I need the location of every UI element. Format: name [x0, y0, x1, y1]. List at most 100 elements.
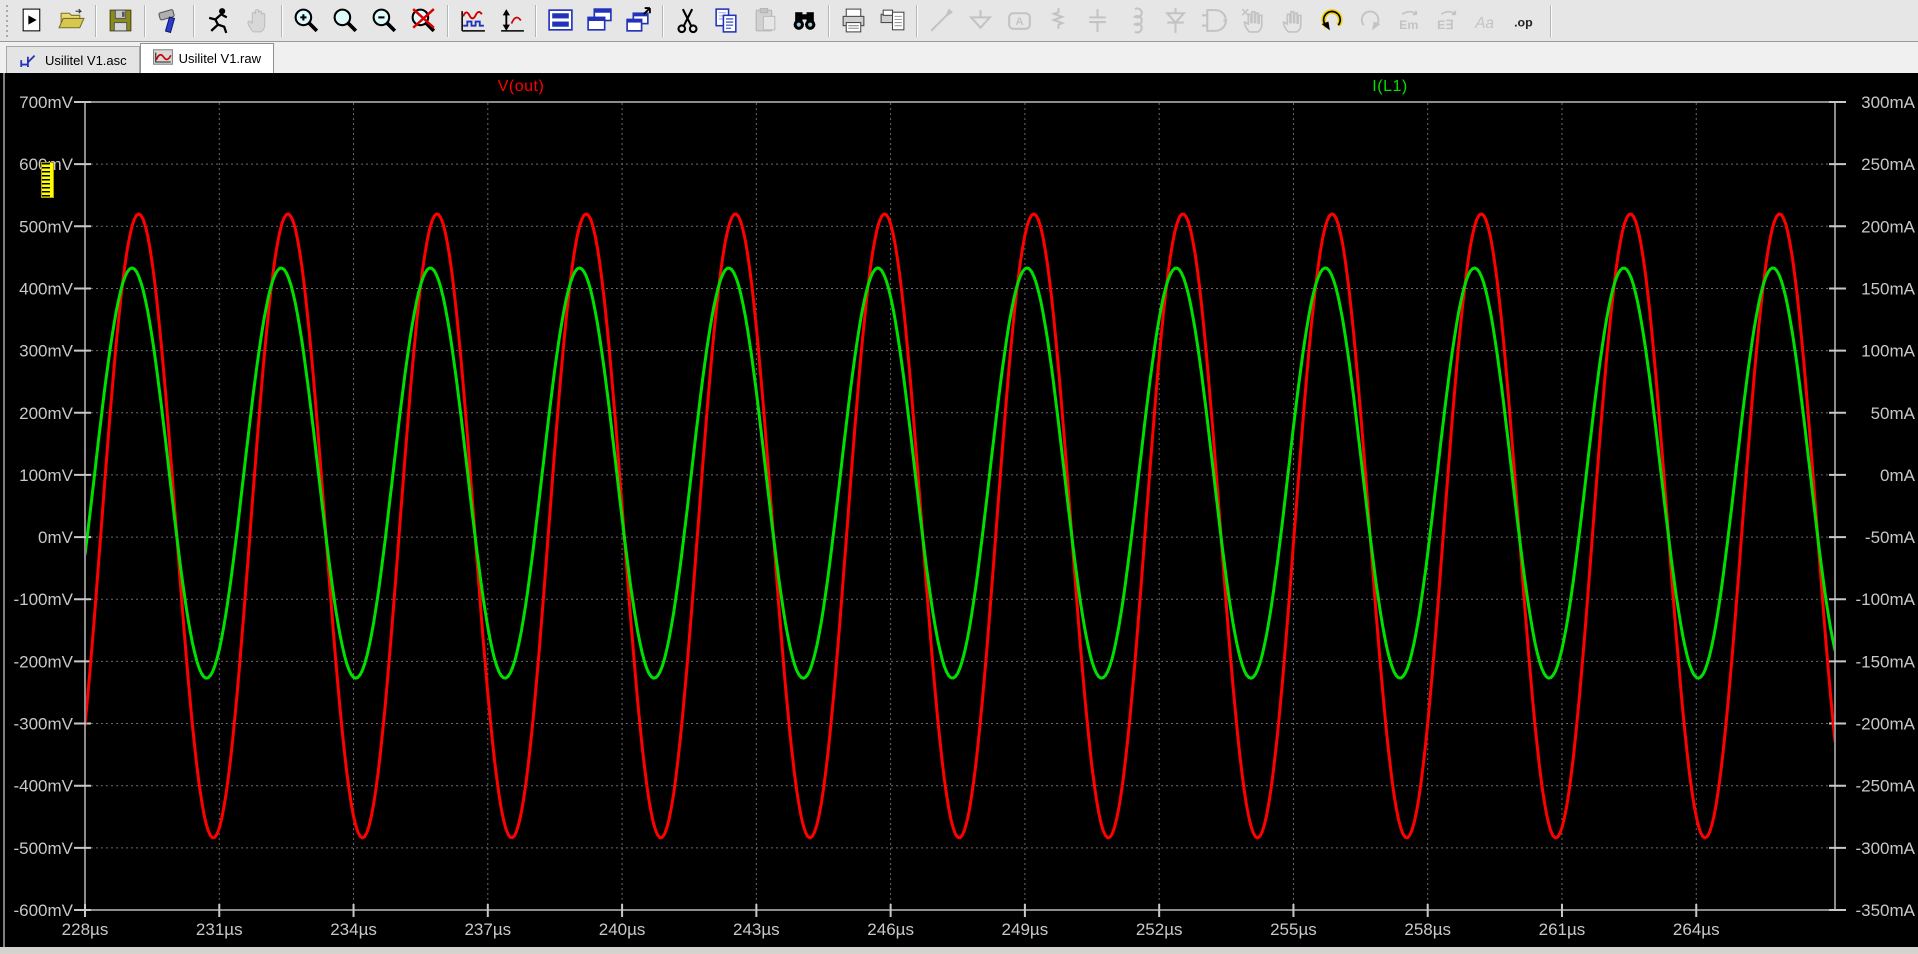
- y-right-tick-label: -50mA: [1865, 528, 1916, 547]
- trace-i-l1-[interactable]: [85, 266, 1835, 680]
- new-schematic-icon: [22, 8, 41, 32]
- y-right-tick-label: -300mA: [1855, 839, 1915, 858]
- cascade-windows-button[interactable]: [581, 2, 618, 39]
- zoom-extents-button[interactable]: [327, 2, 364, 39]
- y-right-tick-label: 250mA: [1861, 155, 1916, 174]
- spice-directive-icon: .op: [1514, 16, 1533, 30]
- y-right-tick-label: 100mA: [1861, 342, 1916, 361]
- redo-icon: [1360, 10, 1381, 31]
- net-label-icon: A: [1008, 12, 1031, 30]
- control-panel-icon: [158, 9, 176, 34]
- component-icon: [1202, 9, 1227, 32]
- y-right-tick-label: -250mA: [1855, 777, 1915, 796]
- run-button[interactable]: [200, 2, 237, 39]
- save-button[interactable]: [102, 2, 139, 39]
- y-right-tick-label: -200mA: [1855, 715, 1915, 734]
- axis-ticks: [74, 101, 1846, 917]
- tab-usilitel-v1-raw[interactable]: Usilitel V1.raw: [139, 43, 274, 73]
- x-tick-label: 264µs: [1673, 920, 1720, 939]
- svg-text:A: A: [1015, 16, 1023, 28]
- toolbar-separator: [447, 4, 449, 37]
- waveform-plot[interactable]: 700mV600mV500mV400mV300mV200mV100mV0mV-1…: [0, 73, 1918, 954]
- y-left-tick-label: 0mV: [38, 528, 74, 547]
- y-left-tick-label: 300mV: [19, 342, 74, 361]
- x-tick-label: 228µs: [62, 920, 109, 939]
- y-left-tick-label: 700mV: [19, 93, 74, 112]
- x-tick-label: 240µs: [599, 920, 646, 939]
- capacitor-icon: [1089, 9, 1106, 32]
- y-left-tick-label: 500mV: [19, 217, 74, 236]
- y-left-tick-label: -400mV: [13, 777, 73, 796]
- print-icon: [842, 8, 865, 33]
- x-tick-label: 234µs: [330, 920, 377, 939]
- halt-button: [239, 2, 276, 39]
- y-right-tick-label: 200mA: [1861, 217, 1916, 236]
- halt-icon: [247, 9, 266, 33]
- cascade-windows-icon: [587, 8, 612, 31]
- toolbar-separator: [281, 4, 283, 37]
- svg-text:Aa: Aa: [1474, 15, 1494, 32]
- zoom-back-icon: [411, 8, 436, 33]
- arrange-windows-button[interactable]: [620, 2, 657, 39]
- find-icon: [793, 12, 816, 30]
- autorange-button[interactable]: [493, 2, 530, 39]
- y-left-tick-label: -200mV: [13, 652, 73, 671]
- zoom-out-icon: [372, 8, 397, 33]
- spice-directive-button[interactable]: .op: [1508, 2, 1545, 39]
- wire-button: [923, 2, 960, 39]
- tile-windows-button[interactable]: [542, 2, 579, 39]
- ltspice-window: A Em E∃ Aa .op Usilitel V1.asc Usilitel V1.ra…: [0, 0, 1918, 954]
- zoom-in-button[interactable]: [288, 2, 325, 39]
- undo-icon: [1321, 9, 1343, 31]
- x-tick-label: 237µs: [464, 920, 511, 939]
- waveform-pane[interactable]: V(out) I(L1) 700mV600mV500mV400mV300mV20…: [0, 73, 1918, 954]
- plot-settings-button[interactable]: [454, 2, 491, 39]
- print-button[interactable]: [835, 2, 872, 39]
- x-tick-label: 252µs: [1136, 920, 1183, 939]
- trace-v-out-[interactable]: [85, 212, 1835, 840]
- diode-button: [1157, 2, 1194, 39]
- zoom-back-button[interactable]: [405, 2, 442, 39]
- tab-label: Usilitel V1.raw: [178, 51, 261, 66]
- x-tick-label: 243µs: [733, 920, 780, 939]
- diode-icon: [1164, 8, 1187, 33]
- svg-text:E∃: E∃: [1437, 18, 1453, 32]
- new-schematic-button[interactable]: [14, 2, 51, 39]
- cut-button[interactable]: [669, 2, 706, 39]
- save-icon: [109, 9, 132, 32]
- toolbar: A Em E∃ Aa .op: [0, 0, 1918, 42]
- x-tick-label: 249µs: [1002, 920, 1049, 939]
- svg-text:Em: Em: [1399, 18, 1418, 32]
- inductor-button: [1118, 2, 1155, 39]
- toolbar-grip[interactable]: [4, 4, 11, 37]
- find-button[interactable]: [786, 2, 823, 39]
- plot-settings-icon: [461, 11, 485, 32]
- inductor-icon: [1132, 7, 1143, 34]
- wire-icon: [930, 8, 953, 32]
- zoom-out-button[interactable]: [366, 2, 403, 39]
- control-panel-button[interactable]: [151, 2, 188, 39]
- x-tick-label: 231µs: [196, 920, 243, 939]
- ground-icon: [968, 10, 993, 30]
- tab-bar: Usilitel V1.asc Usilitel V1.raw: [0, 42, 1918, 75]
- copy-button[interactable]: [708, 2, 745, 39]
- y-left-tick-label: -600mV: [13, 901, 73, 920]
- toolbar-separator: [662, 4, 664, 37]
- paste-icon: [755, 8, 776, 32]
- x-tick-label: 255µs: [1270, 920, 1317, 939]
- redo-button: [1352, 2, 1389, 39]
- drag-button: [1274, 2, 1311, 39]
- undo-button[interactable]: [1313, 2, 1350, 39]
- window-bottom-strip: [0, 947, 1918, 954]
- rotate-button: E∃: [1430, 2, 1467, 39]
- text-tool-button: Aa: [1469, 2, 1506, 39]
- y-right-tick-label: -150mA: [1855, 652, 1915, 671]
- toolbar-separator: [535, 4, 537, 37]
- run-icon: [208, 8, 228, 34]
- print-preview-button[interactable]: [874, 2, 911, 39]
- toolbar-separator: [144, 4, 146, 37]
- print-preview-icon: [880, 9, 905, 31]
- rotate-icon: E∃: [1437, 10, 1457, 32]
- tab-usilitel-v1-asc[interactable]: Usilitel V1.asc: [6, 46, 140, 75]
- open-button[interactable]: [53, 2, 90, 39]
